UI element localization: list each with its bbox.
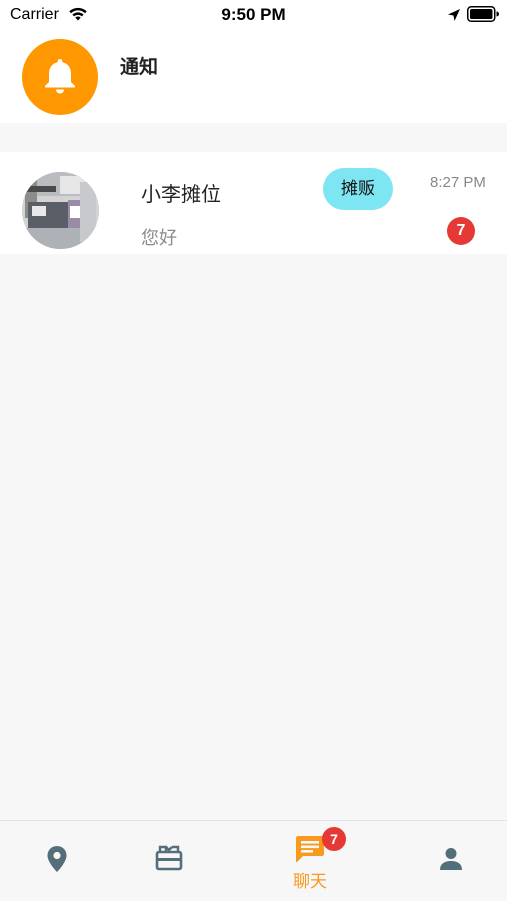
avatar-photo: [22, 172, 99, 249]
avatar: [22, 172, 99, 249]
notification-title: 通知: [120, 56, 159, 78]
status-bar: Carrier 9:50 PM: [0, 0, 507, 30]
tab-chat[interactable]: 7 聊天: [247, 821, 373, 901]
map-pin-icon: [47, 846, 67, 872]
tab-bar: 7 聊天: [0, 820, 507, 900]
chat-tab-badge: 7: [322, 827, 346, 851]
notification-entry[interactable]: 通知: [0, 30, 507, 123]
chat-icon: [296, 836, 324, 862]
battery-icon: [467, 6, 499, 22]
location-arrow-icon: [448, 9, 460, 21]
store-icon: [155, 845, 183, 871]
chat-last-message: 您好: [141, 228, 177, 249]
unread-badge: 7: [447, 217, 475, 245]
tab-store[interactable]: [107, 821, 233, 901]
chat-timestamp: 8:27 PM: [430, 174, 486, 191]
chat-name: 小李摊位: [141, 182, 221, 206]
tab-chat-label: 聊天: [293, 872, 327, 892]
tab-profile[interactable]: [381, 821, 507, 901]
bell-icon: [45, 59, 75, 94]
person-icon: [440, 848, 462, 870]
chat-list-item[interactable]: 小李摊位 摊贩 8:27 PM 您好 7: [0, 152, 507, 254]
vendor-tag: 摊贩: [323, 168, 393, 210]
notification-avatar: [22, 39, 98, 115]
status-time: 9:50 PM: [221, 5, 286, 24]
